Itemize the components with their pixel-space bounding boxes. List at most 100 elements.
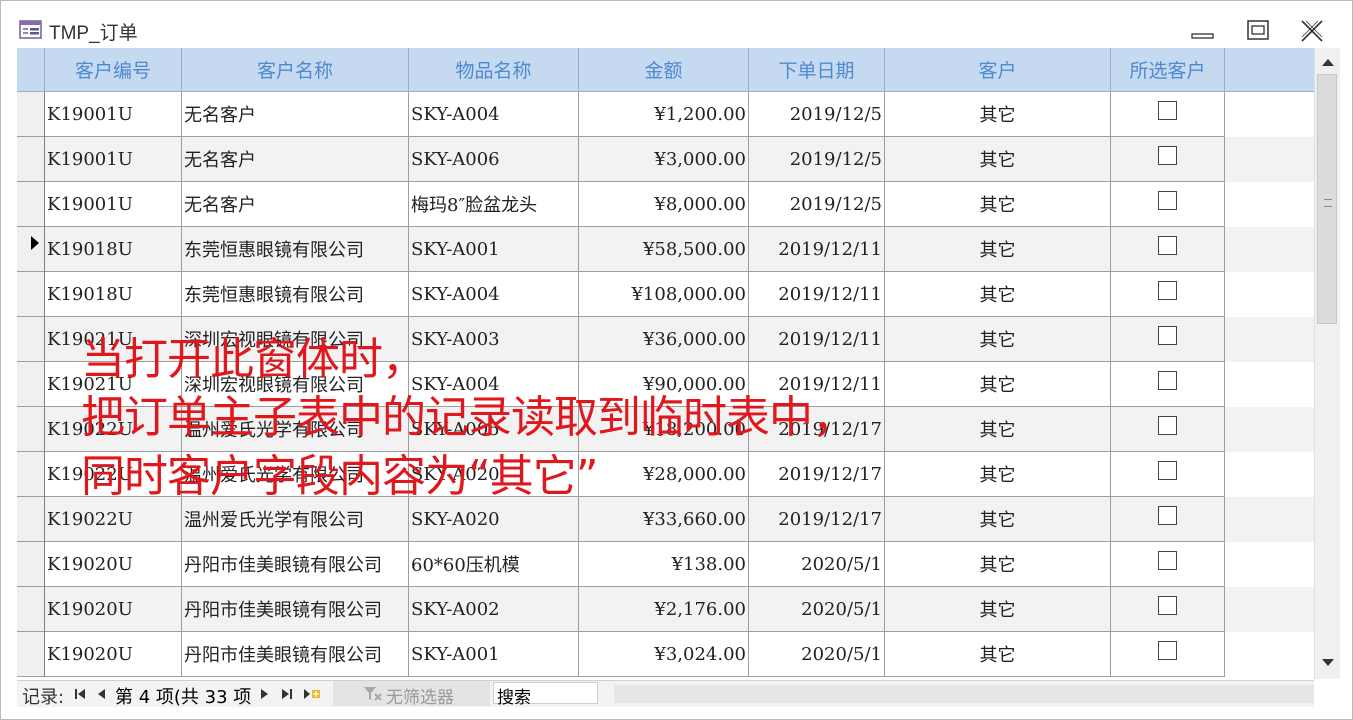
column-header-amount[interactable]: 金额 bbox=[579, 48, 749, 92]
selected-customer-checkbox[interactable] bbox=[1158, 506, 1177, 525]
cell-customer[interactable]: 其它 bbox=[885, 632, 1111, 677]
cell-customer-id[interactable]: K19020U bbox=[45, 542, 182, 587]
cell-customer-name[interactable]: 无名客户 bbox=[182, 182, 409, 227]
previous-record-icon[interactable] bbox=[95, 686, 109, 702]
next-record-icon[interactable] bbox=[257, 686, 271, 702]
table-row[interactable]: K19001U 无名客户 SKY-A004 ¥1,200.00 2019/12/5 其它 bbox=[17, 92, 1314, 137]
row-selector[interactable] bbox=[17, 362, 45, 407]
cell-amount[interactable]: ¥58,500.00 bbox=[579, 227, 749, 272]
cell-amount[interactable]: ¥3,024.00 bbox=[579, 632, 749, 677]
search-input[interactable]: 搜索 bbox=[493, 682, 598, 708]
selected-customer-checkbox[interactable] bbox=[1158, 191, 1177, 210]
cell-amount[interactable]: ¥138.00 bbox=[579, 542, 749, 587]
cell-customer-name[interactable]: 丹阳市佳美眼镜有限公司 bbox=[182, 587, 409, 632]
cell-customer-name[interactable]: 丹阳市佳美眼镜有限公司 bbox=[182, 632, 409, 677]
scroll-thumb[interactable] bbox=[1317, 74, 1337, 324]
selected-customer-checkbox[interactable] bbox=[1158, 146, 1177, 165]
selected-customer-checkbox[interactable] bbox=[1158, 641, 1177, 660]
last-record-icon[interactable] bbox=[280, 686, 294, 702]
cell-customer-id[interactable]: K19018U bbox=[45, 227, 182, 272]
column-header-item-name[interactable]: 物品名称 bbox=[409, 48, 579, 92]
cell-order-date[interactable]: 2020/5/1 bbox=[749, 542, 885, 587]
cell-customer-name[interactable]: 无名客户 bbox=[182, 92, 409, 137]
cell-customer-id[interactable]: K19020U bbox=[45, 587, 182, 632]
selected-customer-checkbox[interactable] bbox=[1158, 281, 1177, 300]
cell-order-date[interactable]: 2020/5/1 bbox=[749, 632, 885, 677]
cell-order-date[interactable]: 2019/12/17 bbox=[749, 452, 885, 497]
selected-customer-checkbox[interactable] bbox=[1158, 551, 1177, 570]
cell-amount[interactable]: ¥33,660.00 bbox=[579, 497, 749, 542]
row-selector[interactable] bbox=[17, 92, 45, 137]
cell-order-date[interactable]: 2019/12/11 bbox=[749, 317, 885, 362]
new-record-icon[interactable] bbox=[302, 686, 322, 702]
table-row[interactable]: K19001U 无名客户 梅玛8″脸盆龙头 ¥8,000.00 2019/12/5 其它 bbox=[17, 182, 1314, 227]
selected-customer-checkbox[interactable] bbox=[1158, 326, 1177, 345]
cell-customer-name[interactable]: 东莞恒惠眼镜有限公司 bbox=[182, 272, 409, 317]
minimize-button[interactable] bbox=[1188, 17, 1218, 45]
table-row[interactable]: K19001U 无名客户 SKY-A006 ¥3,000.00 2019/12/5 其它 bbox=[17, 137, 1314, 182]
selected-customer-checkbox[interactable] bbox=[1158, 101, 1177, 120]
column-header-order-date[interactable]: 下单日期 bbox=[749, 48, 885, 92]
cell-item-name[interactable]: SKY-A004 bbox=[409, 272, 579, 317]
cell-item-name[interactable]: 梅玛8″脸盆龙头 bbox=[409, 182, 579, 227]
cell-order-date[interactable]: 2019/12/5 bbox=[749, 182, 885, 227]
cell-customer-id[interactable]: K19001U bbox=[45, 92, 182, 137]
cell-customer-id[interactable]: K19022U bbox=[45, 497, 182, 542]
cell-customer-name[interactable]: 无名客户 bbox=[182, 137, 409, 182]
cell-customer-name[interactable]: 温州爱氏光学有限公司 bbox=[182, 497, 409, 542]
cell-customer[interactable]: 其它 bbox=[885, 317, 1111, 362]
row-selector[interactable] bbox=[17, 317, 45, 362]
current-record-field[interactable]: 第 4 项(共 33 项 bbox=[115, 683, 251, 709]
cell-customer[interactable]: 其它 bbox=[885, 92, 1111, 137]
selected-customer-checkbox[interactable] bbox=[1158, 236, 1177, 255]
cell-customer[interactable]: 其它 bbox=[885, 497, 1111, 542]
cell-customer[interactable]: 其它 bbox=[885, 182, 1111, 227]
cell-item-name[interactable]: SKY-A020 bbox=[409, 497, 579, 542]
table-row[interactable]: K19018U 东莞恒惠眼镜有限公司 SKY-A001 ¥58,500.00 2019/… bbox=[17, 227, 1314, 272]
cell-customer-id[interactable]: K19020U bbox=[45, 632, 182, 677]
scroll-up-arrow-icon[interactable] bbox=[1315, 50, 1340, 74]
cell-customer[interactable]: 其它 bbox=[885, 137, 1111, 182]
column-header-customer[interactable]: 客户 bbox=[885, 48, 1111, 92]
table-row[interactable]: K19022U 温州爱氏光学有限公司 SKY-A020 ¥33,660.00 2019/… bbox=[17, 497, 1314, 542]
row-selector[interactable] bbox=[17, 407, 45, 452]
cell-order-date[interactable]: 2019/12/17 bbox=[749, 497, 885, 542]
cell-customer[interactable]: 其它 bbox=[885, 542, 1111, 587]
first-record-icon[interactable] bbox=[73, 686, 87, 702]
cell-amount[interactable]: ¥1,200.00 bbox=[579, 92, 749, 137]
restore-button[interactable] bbox=[1243, 17, 1273, 45]
close-button[interactable] bbox=[1297, 17, 1327, 45]
selected-customer-checkbox[interactable] bbox=[1158, 371, 1177, 390]
row-selector[interactable] bbox=[17, 542, 45, 587]
column-header-customer-id[interactable]: 客户编号 bbox=[45, 48, 182, 92]
row-selector[interactable] bbox=[17, 182, 45, 227]
cell-item-name[interactable]: SKY-A004 bbox=[409, 92, 579, 137]
cell-customer-name[interactable]: 东莞恒惠眼镜有限公司 bbox=[182, 227, 409, 272]
cell-amount[interactable]: ¥3,000.00 bbox=[579, 137, 749, 182]
selected-customer-checkbox[interactable] bbox=[1158, 596, 1177, 615]
cell-order-date[interactable]: 2019/12/11 bbox=[749, 227, 885, 272]
cell-order-date[interactable]: 2020/5/1 bbox=[749, 587, 885, 632]
cell-item-name[interactable]: SKY-A001 bbox=[409, 632, 579, 677]
table-row[interactable]: K19018U 东莞恒惠眼镜有限公司 SKY-A004 ¥108,000.00 2019… bbox=[17, 272, 1314, 317]
cell-customer-id[interactable]: K19001U bbox=[45, 137, 182, 182]
cell-item-name[interactable]: 60*60压机模 bbox=[409, 542, 579, 587]
row-selector[interactable] bbox=[17, 137, 45, 182]
cell-item-name[interactable]: SKY-A006 bbox=[409, 137, 579, 182]
row-selector[interactable] bbox=[17, 272, 45, 317]
cell-amount[interactable]: ¥2,176.00 bbox=[579, 587, 749, 632]
cell-customer-id[interactable]: K19001U bbox=[45, 182, 182, 227]
selected-customer-checkbox[interactable] bbox=[1158, 416, 1177, 435]
cell-order-date[interactable]: 2019/12/11 bbox=[749, 272, 885, 317]
column-header-selected-customer[interactable]: 所选客户 bbox=[1111, 48, 1225, 92]
cell-order-date[interactable]: 2019/12/5 bbox=[749, 92, 885, 137]
row-selector[interactable] bbox=[17, 227, 45, 272]
cell-item-name[interactable]: SKY-A003 bbox=[409, 317, 579, 362]
cell-item-name[interactable]: SKY-A002 bbox=[409, 587, 579, 632]
cell-amount[interactable]: ¥108,000.00 bbox=[579, 272, 749, 317]
cell-amount[interactable]: ¥28,000.00 bbox=[579, 452, 749, 497]
selected-customer-checkbox[interactable] bbox=[1158, 461, 1177, 480]
cell-customer-name[interactable]: 丹阳市佳美眼镜有限公司 bbox=[182, 542, 409, 587]
table-row[interactable]: K19020U 丹阳市佳美眼镜有限公司 60*60压机模 ¥138.00 2020/5/… bbox=[17, 542, 1314, 587]
cell-customer[interactable]: 其它 bbox=[885, 272, 1111, 317]
